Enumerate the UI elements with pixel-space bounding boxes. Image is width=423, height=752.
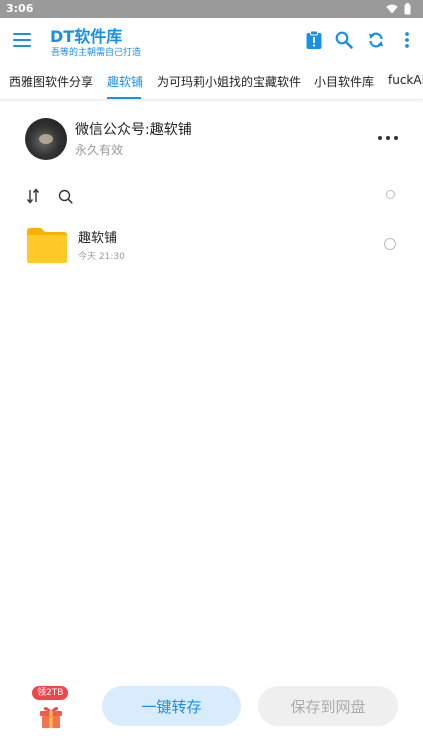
tab-xiyatu[interactable]: 西雅图软件分享 — [9, 73, 93, 90]
battery-icon — [404, 3, 411, 15]
avatar — [25, 118, 67, 160]
status-bar: 3:06 — [0, 0, 423, 18]
quick-save-button[interactable]: 一键转存 — [102, 686, 241, 726]
tab-fuckapp[interactable]: fuckAPP — [388, 73, 423, 87]
file-name[interactable]: 趣软铺 — [78, 227, 117, 246]
more-vert-icon[interactable] — [397, 30, 417, 50]
gift-badge: 领2TB — [32, 686, 69, 700]
sort-icon[interactable] — [26, 188, 40, 204]
app-title: DT软件库 — [50, 27, 123, 46]
folder-icon — [27, 228, 67, 263]
save-to-disk-button[interactable]: 保存到网盘 — [258, 686, 398, 726]
gift-button[interactable]: 领2TB — [30, 685, 72, 731]
more-horiz-icon[interactable] — [378, 134, 398, 142]
tab-baozang[interactable]: 为可玛莉小姐找的宝藏软件 — [157, 73, 301, 90]
share-expiry: 永久有效 — [75, 143, 124, 157]
app-bar: DT软件库 吾等的主朝需自己打造 — [0, 18, 423, 62]
notice-clipboard-icon[interactable] — [304, 30, 324, 50]
wifi-icon — [386, 4, 398, 14]
search-files-icon[interactable] — [58, 189, 73, 204]
tab-bar: 西雅图软件分享 趣软铺 为可玛莉小姐找的宝藏软件 小目软件库 fuckAPP — [0, 62, 423, 100]
screen: 3:06 DT软件库 吾等的主朝需自己打造 西雅图软件分享 趣软铺 为可玛莉小姐… — [0, 0, 423, 752]
status-time: 3:06 — [6, 2, 34, 15]
menu-icon[interactable] — [13, 33, 31, 47]
refresh-icon[interactable] — [366, 30, 386, 50]
app-subtitle: 吾等的主朝需自己打造 — [51, 48, 142, 58]
gift-icon — [40, 707, 62, 728]
tab-xiaomu[interactable]: 小目软件库 — [314, 73, 374, 90]
file-checkbox[interactable] — [384, 238, 396, 250]
search-icon[interactable] — [334, 30, 354, 50]
tab-indicator — [107, 97, 141, 99]
select-all-checkbox[interactable] — [386, 190, 395, 199]
share-title: 微信公众号:趣软铺 — [75, 122, 192, 138]
tab-qurunpu[interactable]: 趣软铺 — [107, 73, 143, 90]
file-time: 今天 21:30 — [78, 252, 125, 262]
system-icons — [386, 3, 411, 15]
